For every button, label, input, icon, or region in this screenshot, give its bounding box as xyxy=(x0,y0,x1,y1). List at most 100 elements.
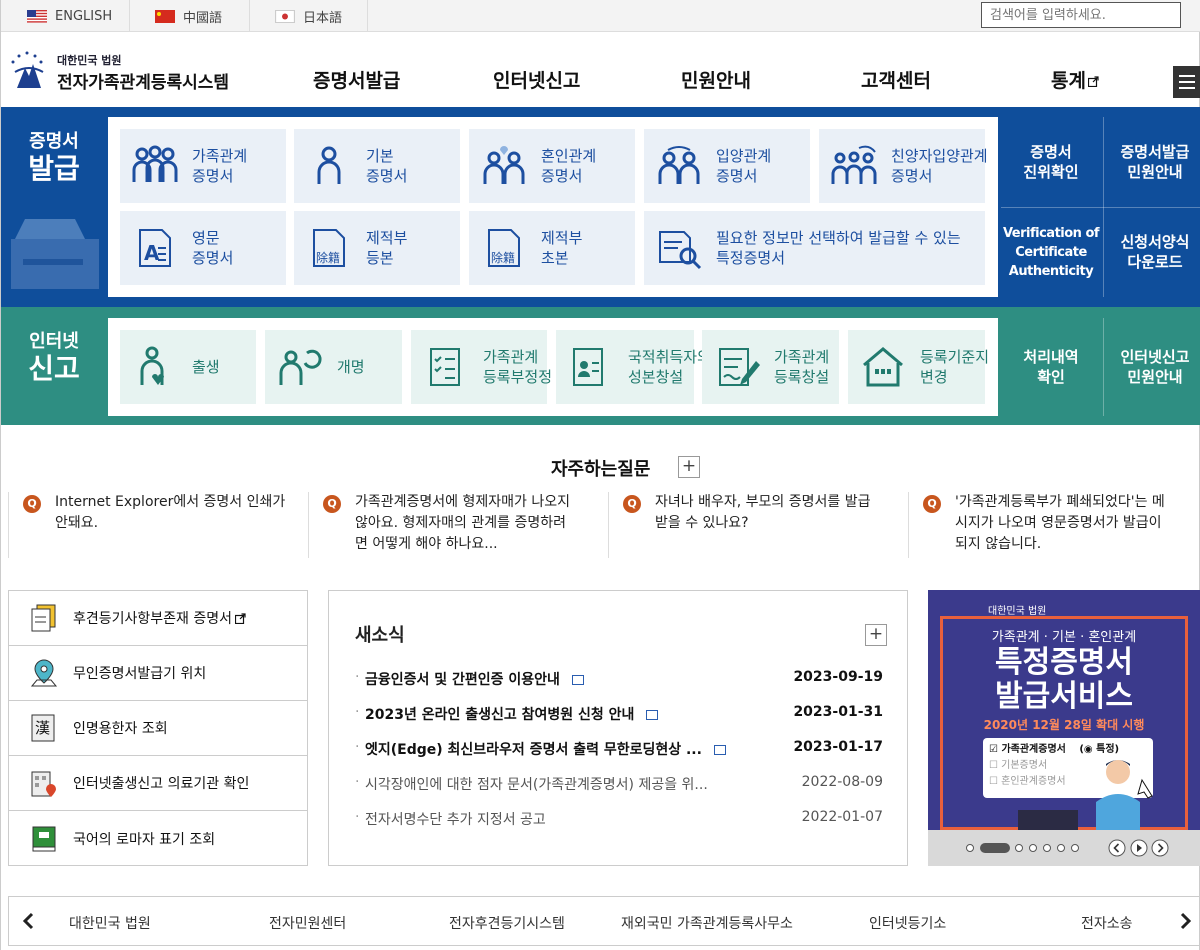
card-registration-create[interactable]: 가족관계 등록창설 xyxy=(702,330,839,404)
register-copy-icon: 除籍 xyxy=(313,229,345,267)
footer-link[interactable]: 전자민원센터 xyxy=(269,913,346,933)
card-label: 가족관계 등록부정정 xyxy=(483,348,553,386)
news-date: 2023-01-31 xyxy=(793,704,883,720)
promo-banner[interactable]: 대한민국 법원 가족관계 · 기본 · 혼인관계 특정증명서 발급서비스 202… xyxy=(928,590,1200,866)
banner-next-button[interactable] xyxy=(1151,839,1169,857)
quick-label: 인터넷출생신고 의료기관 확인 xyxy=(73,776,250,792)
card-basic-cert[interactable]: 기본 증명서 xyxy=(294,129,460,203)
banner-prev-button[interactable] xyxy=(1108,839,1126,857)
issuance-section: 증명서 발급 가족관계 증명서 기본 증명서 혼인관계 증명서 입양관계 증명서… xyxy=(1,107,1200,307)
news-item[interactable]: · 전자서명수단 추가 지정서 공고 2022-01-07 xyxy=(355,809,883,833)
faq-item[interactable]: Q 자녀나 배우자, 부모의 증명서를 발급 받을 수 있나요? xyxy=(623,492,893,558)
card-family-cert[interactable]: 가족관계 증명서 xyxy=(120,129,286,203)
footer-link[interactable]: 인터넷등기소 xyxy=(869,913,946,933)
faq-more-button[interactable]: + xyxy=(678,456,700,478)
faq-title: 자주하는질문 xyxy=(551,459,651,480)
side-issuance-guide[interactable]: 증명서발급 민원안내 xyxy=(1105,117,1200,207)
banner-dot[interactable] xyxy=(1029,844,1037,852)
card-adoption-cert[interactable]: 입양관계 증명서 xyxy=(644,129,810,203)
banner-dot-active[interactable] xyxy=(980,843,1010,853)
lang-chinese[interactable]: 中國語 xyxy=(155,0,222,32)
footer-link[interactable]: 전자후견등기시스템 xyxy=(449,913,565,933)
quick-hanja-lookup[interactable]: 漢 인명용한자 조회 xyxy=(9,701,307,756)
news-date: 2023-09-19 xyxy=(793,669,883,685)
card-register-abstract[interactable]: 除籍 제적부 초본 xyxy=(469,211,635,285)
card-label: 친양자입양관계 증명서 xyxy=(891,147,988,185)
footer-link[interactable]: 재외국민 가족관계등록사무소 xyxy=(621,913,793,933)
news-text: 시각장애인에 대한 점자 문서(가족관계증명서) 제공을 위... xyxy=(365,777,708,793)
news-text: 전자서명수단 추가 지정서 공고 xyxy=(365,812,546,828)
faq-item[interactable]: Q 가족관계증명서에 형제자매가 나오지 않아요. 형제자매의 관계를 증명하려… xyxy=(323,492,593,558)
quick-hospital-check[interactable]: 인터넷출생신고 의료기관 확인 xyxy=(9,756,307,811)
chevron-left-icon[interactable] xyxy=(21,911,37,931)
faq-text: Internet Explorer에서 증명서 인쇄가 안돼요. xyxy=(55,494,286,531)
news-item[interactable]: · 2023년 온라인 출생신고 참여병원 신청 안내 2023-01-31 xyxy=(355,704,883,728)
family-icon xyxy=(132,145,178,182)
card-register-copy[interactable]: 除籍 제적부 등본 xyxy=(294,211,460,285)
banner-pause-button[interactable] xyxy=(1130,839,1148,857)
side-process-status[interactable]: 처리내역 확인 xyxy=(1001,318,1101,416)
news-panel: 새소식 + · 금융인증서 및 간편인증 이용안내 2023-09-19 · 2… xyxy=(328,590,908,866)
news-item[interactable]: · 엣지(Edge) 최신브라우저 증명서 출력 무한로딩현상 ... 2023… xyxy=(355,739,883,763)
quick-label: 무인증명서발급기 위치 xyxy=(73,666,207,682)
faq-text: 자녀나 배우자, 부모의 증명서를 발급 받을 수 있나요? xyxy=(655,494,871,531)
nav-customer-center[interactable]: 고객센터 xyxy=(861,66,931,93)
cn-flag-icon xyxy=(155,9,175,23)
nav-civil-guide[interactable]: 민원안내 xyxy=(681,66,751,93)
hamburger-menu-button[interactable] xyxy=(1173,66,1200,98)
card-specific-cert[interactable]: 필요한 정보만 선택하여 발급할 수 있는 특정증명서 xyxy=(644,211,985,285)
side-verify-cert[interactable]: 증명서 진위확인 xyxy=(1001,117,1101,207)
banner-dot[interactable] xyxy=(966,844,974,852)
quick-romanization[interactable]: 국어의 로마자 표기 조회 xyxy=(9,811,307,866)
banner-dot[interactable] xyxy=(1015,844,1023,852)
side-form-download[interactable]: 신청서양식 다운로드 xyxy=(1105,207,1200,297)
quick-guardian-cert[interactable]: 후견등기사항부존재 증명서 xyxy=(9,591,307,646)
banner-dot[interactable] xyxy=(1057,844,1065,852)
search-button[interactable] xyxy=(1182,2,1200,28)
side-report-guide[interactable]: 인터넷신고 민원안내 xyxy=(1105,318,1200,416)
card-marriage-cert[interactable]: 혼인관계 증명서 xyxy=(469,129,635,203)
card-label: 필요한 정보만 선택하여 발급할 수 있는 특정증명서 xyxy=(716,229,961,267)
card-label: 입양관계 증명서 xyxy=(716,147,772,185)
chevron-right-icon[interactable] xyxy=(1177,911,1193,931)
quick-kiosk-location[interactable]: 무인증명서발급기 위치 xyxy=(9,646,307,701)
footer-link[interactable]: 대한민국 법원 xyxy=(69,913,151,933)
card-birth[interactable]: 출생 xyxy=(120,330,256,404)
news-date: 2022-01-07 xyxy=(801,809,883,825)
nav-internet-report[interactable]: 인터넷신고 xyxy=(493,66,580,93)
page: ENGLISH 中國語 日本語 대한민국 법원 전자가족관계등록시스템 증명서발… xyxy=(0,0,1200,950)
card-label: 국적취득자의 성본창설 xyxy=(628,348,711,386)
card-full-adoption-cert[interactable]: 친양자입양관계 증명서 xyxy=(819,129,988,203)
faq-item[interactable]: Q Internet Explorer에서 증명서 인쇄가 안돼요. xyxy=(23,492,293,558)
lang-japanese[interactable]: 日本語 xyxy=(275,0,342,32)
footer-link[interactable]: 전자소송 xyxy=(1081,913,1133,933)
logo-title: 전자가족관계등록시스템 xyxy=(57,73,230,93)
site-logo[interactable]: 대한민국 법원 전자가족관계등록시스템 xyxy=(7,50,237,100)
register-abstract-icon: 除籍 xyxy=(488,229,520,267)
news-item[interactable]: · 금융인증서 및 간편인증 이용안내 2023-09-19 xyxy=(355,669,883,693)
lang-english[interactable]: ENGLISH xyxy=(27,0,112,32)
news-item[interactable]: · 시각장애인에 대한 점자 문서(가족관계증명서) 제공을 위... 2022… xyxy=(355,774,883,798)
external-link-icon xyxy=(235,612,246,624)
card-correction[interactable]: 가족관계 등록부정정 xyxy=(411,330,552,404)
plus-icon: + xyxy=(868,624,884,644)
registration-create-icon xyxy=(719,348,760,386)
faq-item[interactable]: Q '가족관계등록부가 폐쇄되었다'는 메 시지가 나오며 영문증명서가 발급이… xyxy=(923,492,1193,558)
faq-text: '가족관계등록부가 폐쇄되었다'는 메 시지가 나오며 영문증명서가 발급이 되… xyxy=(955,494,1165,552)
card-nationality[interactable]: 국적취득자의 성본창설 xyxy=(556,330,711,404)
banner-court: 대한민국 법원 xyxy=(988,606,1047,617)
nav-statistics[interactable]: 통계 xyxy=(1051,66,1099,93)
news-more-button[interactable]: + xyxy=(865,624,887,646)
card-english-cert[interactable]: A 영문 증명서 xyxy=(120,211,286,285)
search-input[interactable] xyxy=(981,2,1181,28)
side-verification-english[interactable]: Verification of Certificate Authenticity xyxy=(1001,207,1101,297)
card-label: 개명 xyxy=(337,358,365,376)
jp-flag-icon xyxy=(275,9,295,23)
nav-certificate[interactable]: 증명서발급 xyxy=(313,66,400,93)
card-rename[interactable]: 개명 xyxy=(265,330,402,404)
banner-dot[interactable] xyxy=(1043,844,1051,852)
card-label: 영문 증명서 xyxy=(192,229,234,267)
banner-dot[interactable] xyxy=(1071,844,1079,852)
card-domicile-change[interactable]: 등록기준지 변경 xyxy=(848,330,989,404)
house-icon xyxy=(863,347,903,387)
